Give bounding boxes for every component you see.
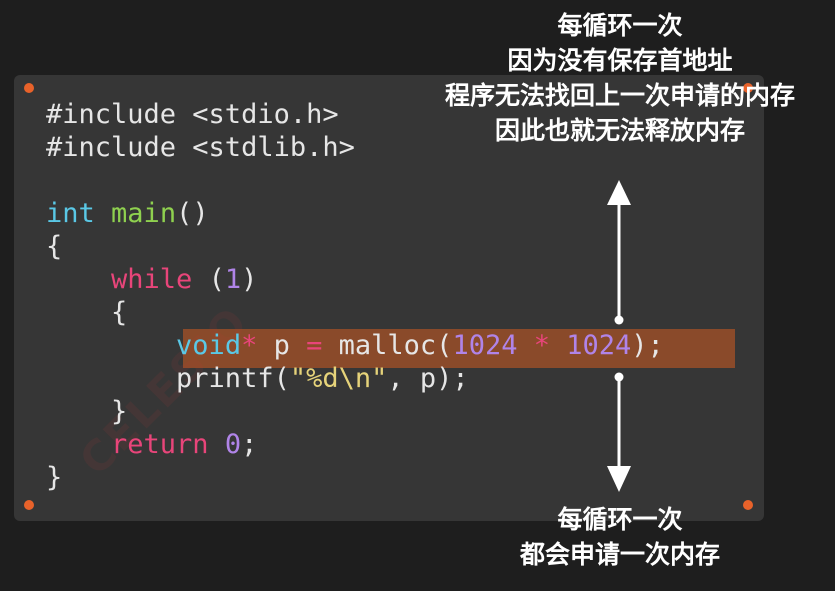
code-token: 1024 bbox=[566, 330, 632, 361]
code-line: void* p = malloc(1024 * 1024); bbox=[46, 329, 664, 362]
code-token: 0 bbox=[224, 429, 242, 460]
code-block: #include <stdio.h> #include <stdlib.h> in… bbox=[46, 98, 664, 494]
code-line: } bbox=[46, 395, 664, 428]
code-token: main bbox=[111, 198, 177, 229]
code-token: { bbox=[46, 297, 128, 328]
code-token: 1024 bbox=[452, 330, 518, 361]
code-token: } bbox=[46, 396, 128, 427]
annotation-top-line: 因此也就无法释放内存 bbox=[494, 116, 745, 145]
code-token: * bbox=[241, 330, 258, 361]
code-token: = bbox=[306, 330, 323, 361]
code-token: 1 bbox=[224, 264, 242, 295]
code-token: () bbox=[176, 198, 209, 229]
code-token: p bbox=[257, 330, 307, 361]
code-line: { bbox=[46, 296, 664, 329]
code-token: } bbox=[46, 462, 63, 493]
annotation-top: 每循环一次 因为没有保存首地址 程序无法找回上一次申请的内存 因此也就无法释放内… bbox=[400, 8, 835, 148]
code-token: , p); bbox=[387, 363, 469, 394]
code-token: void bbox=[176, 330, 242, 361]
code-token: return bbox=[111, 429, 209, 460]
code-token: #include <stdio.h> bbox=[46, 99, 339, 130]
code-token: { bbox=[46, 231, 63, 262]
annotation-top-line: 因为没有保存首地址 bbox=[507, 46, 733, 75]
code-token: ); bbox=[631, 330, 664, 361]
code-line: return 0; bbox=[46, 428, 664, 461]
code-token: ( bbox=[192, 264, 225, 295]
code-line: printf("%d\n", p); bbox=[46, 362, 664, 395]
code-line: { bbox=[46, 230, 664, 263]
code-token: "%d\n" bbox=[289, 363, 388, 394]
annotation-top-line: 程序无法找回上一次申请的内存 bbox=[444, 81, 795, 110]
code-token: * bbox=[533, 330, 550, 361]
code-token: int bbox=[46, 198, 95, 229]
code-line: int main() bbox=[46, 197, 664, 230]
annotation-bottom-line: 每循环一次 bbox=[557, 505, 683, 534]
code-line: } bbox=[46, 461, 664, 494]
annotation-bottom: 每循环一次 都会申请一次内存 bbox=[470, 502, 770, 572]
code-token: #include <stdlib.h> bbox=[46, 132, 355, 163]
code-token: ) bbox=[241, 264, 258, 295]
corner-dot-bottom-left bbox=[24, 500, 34, 510]
code-token: malloc( bbox=[322, 330, 453, 361]
annotation-bottom-line: 都会申请一次内存 bbox=[519, 540, 720, 569]
code-line: while (1) bbox=[46, 263, 664, 296]
code-token: ; bbox=[241, 429, 258, 460]
code-token: printf( bbox=[46, 363, 290, 394]
code-token: while bbox=[111, 264, 193, 295]
annotation-top-line: 每循环一次 bbox=[557, 11, 683, 40]
corner-dot-top-left bbox=[24, 83, 34, 93]
